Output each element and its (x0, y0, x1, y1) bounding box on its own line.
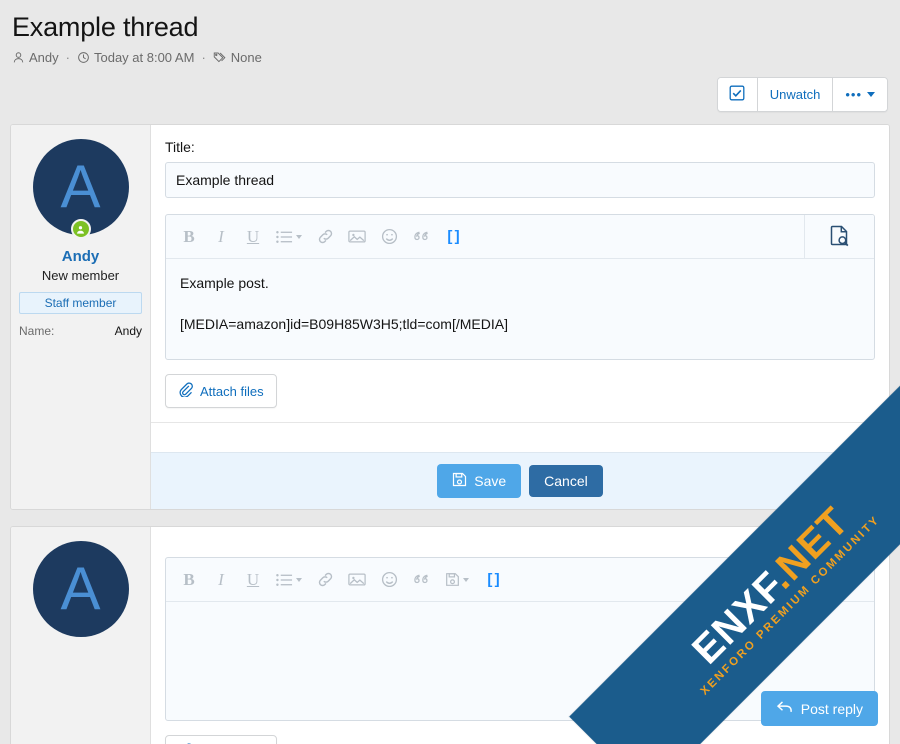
post-edit-footer: Save Cancel (151, 452, 889, 509)
post-author-sidebar: A Andy New member Staff member Name: And… (11, 125, 151, 509)
floppy-icon (452, 472, 467, 490)
attach-files-label: Attach files (200, 384, 264, 399)
author-username[interactable]: Andy (19, 248, 142, 265)
author-user-title: New member (19, 268, 142, 283)
author-field-key: Name: (19, 324, 54, 338)
user-icon (12, 51, 25, 64)
chevron-down-icon (867, 92, 875, 97)
thread-tags-text[interactable]: None (231, 50, 262, 65)
thread-time: Today at 8:00 AM (77, 50, 194, 65)
bbcode-icon[interactable]: [ ] (478, 564, 508, 596)
post-edit-block: A Andy New member Staff member Name: And… (10, 124, 890, 510)
post-reply-wrap: Post reply (761, 691, 878, 726)
meta-separator-2: · (201, 50, 205, 65)
list-icon[interactable] (270, 564, 308, 596)
title-field-label: Title: (165, 139, 875, 155)
thread-meta: Andy · Today at 8:00 AM · (12, 50, 888, 65)
post-edit-form: Title: B I U (151, 125, 889, 360)
italic-icon[interactable]: I (206, 564, 236, 596)
post-editor-body[interactable]: Example post. [MEDIA=amazon]id=B09H85W3H… (166, 259, 874, 359)
thread-time-text[interactable]: Today at 8:00 AM (94, 50, 194, 65)
meta-separator-1: · (66, 50, 70, 65)
author-field-value: Andy (115, 324, 142, 338)
attach-files-button[interactable]: Attach files (165, 735, 277, 744)
thread-author-name[interactable]: Andy (29, 50, 59, 65)
editor-toolbar: B I U (166, 215, 874, 259)
chevron-down-icon (296, 235, 302, 239)
online-status-icon (71, 219, 91, 239)
chevron-down-icon (296, 578, 302, 582)
quote-icon[interactable] (406, 221, 436, 253)
checkbox-checked-icon (729, 85, 745, 104)
paperclip-icon (178, 382, 193, 400)
reply-editor-toolbar-buttons: B I U (166, 564, 516, 596)
page-title: Example thread (12, 10, 888, 44)
avatar[interactable]: A (33, 541, 129, 637)
smilie-icon[interactable] (374, 564, 404, 596)
reply-arrow-icon (776, 699, 794, 718)
thread-author: Andy (12, 50, 59, 65)
smilie-icon[interactable] (374, 221, 404, 253)
post-editor-line-1: Example post. (180, 273, 860, 294)
editor-blank-strip (151, 422, 889, 452)
ellipsis-icon: ••• (845, 91, 862, 99)
underline-icon[interactable]: U (238, 564, 268, 596)
list-icon[interactable] (270, 221, 308, 253)
more-options-button[interactable]: ••• (833, 78, 887, 111)
italic-icon[interactable]: I (206, 221, 236, 253)
save-button[interactable]: Save (437, 464, 521, 498)
quote-icon[interactable] (406, 564, 436, 596)
title-input[interactable] (165, 162, 875, 198)
avatar-wrap: A (33, 139, 129, 235)
link-icon[interactable] (310, 564, 340, 596)
tag-icon (213, 51, 227, 64)
watch-checkbox-button[interactable] (718, 78, 758, 111)
unwatch-button[interactable]: Unwatch (758, 78, 834, 111)
draft-icon[interactable] (438, 564, 476, 596)
save-label: Save (474, 473, 506, 489)
attach-files-row: Attach files (151, 360, 889, 422)
post-reply-label: Post reply (801, 701, 863, 717)
preview-document-icon[interactable] (804, 215, 874, 258)
link-icon[interactable] (310, 221, 340, 253)
thread-page: Example thread Andy · Today at 8:00 AM (0, 0, 900, 744)
preview-document-icon[interactable] (804, 558, 874, 601)
staff-member-badge: Staff member (19, 292, 142, 314)
thread-header: Example thread Andy · Today at 8:00 AM (0, 0, 900, 65)
quick-reply-block: A B I U (10, 526, 890, 744)
underline-icon[interactable]: U (238, 221, 268, 253)
post-editor: B I U (165, 214, 875, 360)
bold-icon[interactable]: B (174, 221, 204, 253)
thread-tags: None (213, 50, 262, 65)
chevron-down-icon (463, 578, 469, 582)
reply-author-sidebar: A (11, 527, 151, 744)
post-reply-button[interactable]: Post reply (761, 691, 878, 726)
post-editor-line-2: [MEDIA=amazon]id=B09H85W3H5;tld=com[/MED… (180, 314, 860, 335)
thread-actions-group: Unwatch ••• (717, 77, 888, 112)
image-icon[interactable] (342, 221, 372, 253)
attach-files-button[interactable]: Attach files (165, 374, 277, 408)
cancel-button[interactable]: Cancel (529, 465, 603, 497)
clock-icon (77, 51, 90, 64)
author-field-name: Name: Andy (19, 324, 142, 338)
post-edit-main: Title: B I U (151, 125, 889, 509)
bbcode-icon[interactable]: [ ] (438, 221, 468, 253)
bold-icon[interactable]: B (174, 564, 204, 596)
image-icon[interactable] (342, 564, 372, 596)
editor-toolbar-buttons: B I U (166, 221, 476, 253)
thread-actions: Unwatch ••• (0, 65, 900, 112)
reply-avatar-wrap: A (33, 541, 129, 637)
reply-editor-toolbar: B I U (166, 558, 874, 602)
